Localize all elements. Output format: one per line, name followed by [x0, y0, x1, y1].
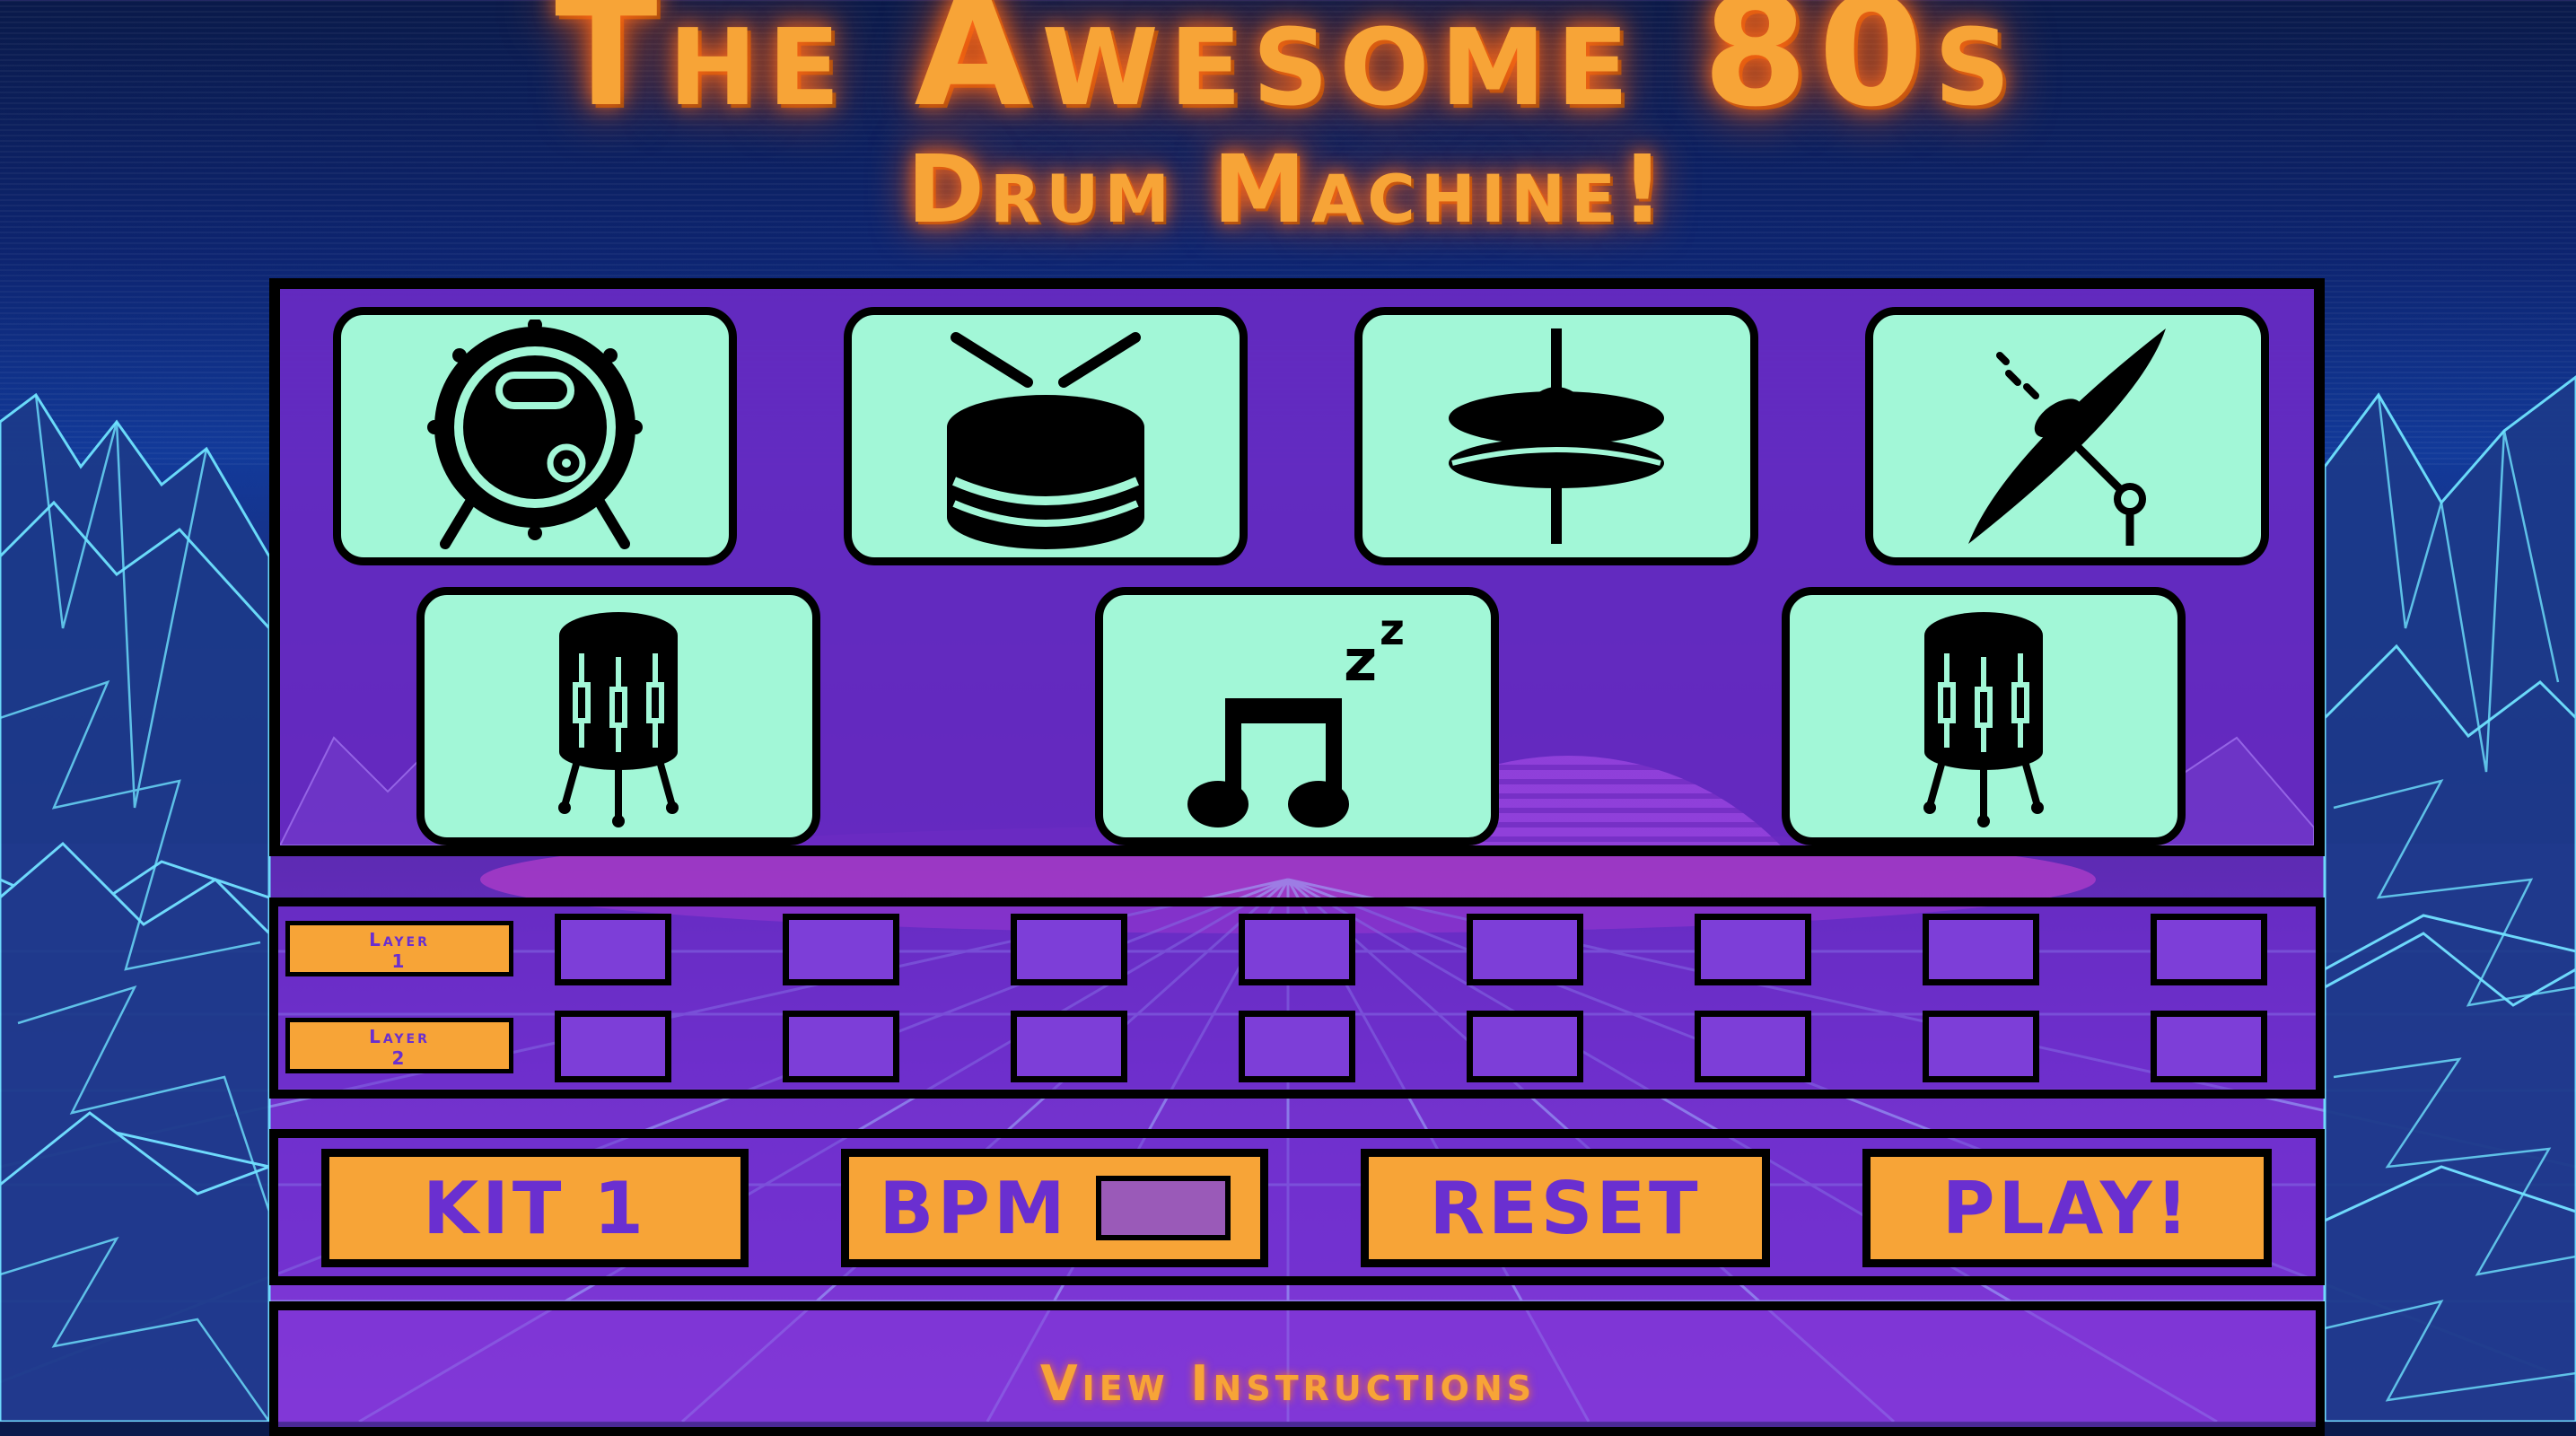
layer-2-step-7[interactable] [1923, 1011, 2039, 1082]
layer-2-step-2[interactable] [783, 1011, 899, 1082]
bass-drum-icon [427, 320, 643, 549]
crash-cymbal-pad[interactable] [1865, 307, 2269, 565]
layer-1-step-7[interactable] [1923, 914, 2039, 985]
layer-2-step-1[interactable] [555, 1011, 671, 1082]
play-button[interactable]: PLAY! [1862, 1149, 2272, 1267]
layer-1-step-1[interactable] [555, 914, 671, 985]
layer-2-step-4[interactable] [1239, 1011, 1355, 1082]
layer-1-step-4[interactable] [1239, 914, 1355, 985]
snare-drum-pad[interactable] [844, 307, 1248, 565]
layer-label-text: Layer [369, 1026, 430, 1047]
layer-label-number: 1 [391, 950, 407, 972]
layer-1-step-3[interactable] [1011, 914, 1127, 985]
hi-hat-pad[interactable] [1354, 307, 1758, 565]
layer-1-step-5[interactable] [1467, 914, 1583, 985]
bpm-input[interactable] [1095, 1176, 1231, 1240]
layer-1-step-8[interactable] [2151, 914, 2267, 985]
layer-1-step-2[interactable] [783, 914, 899, 985]
hi-hat-icon [1449, 328, 1664, 544]
kit-button-label: KIT 1 [423, 1166, 647, 1250]
layer-1-step-6[interactable] [1695, 914, 1811, 985]
layer-label-number: 2 [391, 1047, 407, 1069]
layer-2-step-3[interactable] [1011, 1011, 1127, 1082]
floor-tom-icon [558, 612, 679, 827]
view-instructions-link[interactable]: View Instructions [0, 1355, 2576, 1412]
crash-cymbal-icon [1968, 328, 2166, 546]
snare-drum-icon [947, 332, 1144, 549]
play-button-label: PLAY! [1941, 1166, 2193, 1250]
floor-tom-icon [1923, 612, 2044, 827]
bpm-label: BPM [879, 1166, 1069, 1250]
svg-text:z: z [1344, 628, 1377, 695]
layer-1-label[interactable]: Layer 1 [285, 921, 513, 976]
kit-button[interactable]: KIT 1 [321, 1149, 749, 1267]
drum-pad-panel: z z [269, 278, 2325, 856]
bpm-control: BPM [841, 1149, 1268, 1267]
layer-2-step-6[interactable] [1695, 1011, 1811, 1082]
app-title: The Awesome 80s [555, 0, 2021, 140]
svg-text:z: z [1380, 605, 1405, 655]
tom-left-pad[interactable] [416, 587, 820, 845]
rest-pad[interactable]: z z [1095, 587, 1499, 845]
layer-label-text: Layer [369, 929, 430, 950]
sleeping-music-note-icon: z z [1187, 605, 1405, 827]
bass-drum-pad[interactable] [333, 307, 737, 565]
app-subtitle: Drum Machine! [907, 135, 1669, 244]
layer-2-step-8[interactable] [2151, 1011, 2267, 1082]
layer-2-step-5[interactable] [1467, 1011, 1583, 1082]
tom-right-pad[interactable] [1782, 587, 2186, 845]
reset-button-label: RESET [1429, 1166, 1702, 1250]
layer-2-label[interactable]: Layer 2 [285, 1018, 513, 1073]
reset-button[interactable]: RESET [1361, 1149, 1770, 1267]
